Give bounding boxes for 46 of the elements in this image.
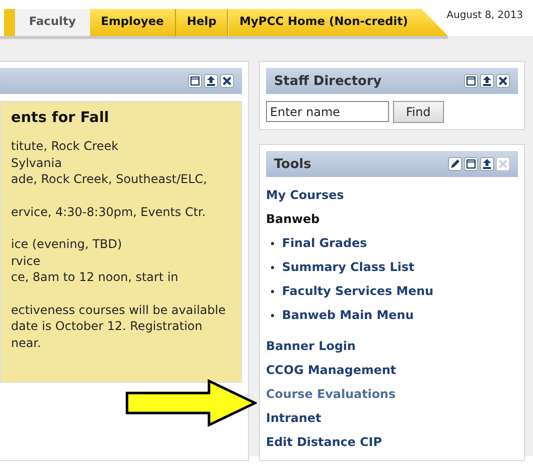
upload-icon[interactable]	[480, 157, 494, 171]
panel-title: Tools	[274, 156, 312, 172]
tool-group-heading: Banweb	[266, 212, 320, 226]
upload-icon[interactable]	[204, 74, 218, 88]
tool-link[interactable]: Course Evaluations	[266, 387, 396, 401]
bullet-icon	[271, 266, 274, 268]
bullet-icon	[271, 314, 274, 316]
announcement-line: titute, Rock Creek	[11, 138, 120, 154]
tool-link[interactable]: My Courses	[266, 188, 344, 202]
announcement-line: ade, Rock Creek, Southeast/ELC,	[11, 171, 208, 188]
announcement-line: ervice, 4:30-8:30pm, Events Ctr.	[11, 204, 207, 220]
nav-tab[interactable]: Faculty	[14, 9, 90, 36]
announcement-line: ce, 8am to 12 noon, start in	[11, 269, 180, 286]
tool-link[interactable]: Faculty Services Menu	[282, 284, 434, 298]
announcement-line: rvice	[11, 252, 42, 269]
announcement-line: near.	[11, 334, 42, 351]
announcement-line: date is October 12. Registration	[11, 318, 204, 334]
announcement-line: Sylvania	[11, 154, 63, 171]
date-text: August 8, 2013	[446, 10, 523, 21]
close-icon[interactable]	[220, 74, 234, 88]
window-icon[interactable]	[188, 74, 202, 88]
tool-link[interactable]: Banner Login	[266, 339, 356, 353]
tab-edge	[4, 9, 15, 36]
close-icon[interactable]	[496, 74, 510, 88]
tool-link[interactable]: CCOG Management	[266, 363, 396, 377]
tool-link[interactable]: Edit Distance CIP	[266, 435, 382, 449]
tool-link[interactable]: Banweb Main Menu	[282, 308, 414, 322]
bullet-icon	[271, 242, 274, 244]
panel-title: Staff Directory	[274, 74, 383, 88]
name-search-field[interactable]: Enter name	[266, 101, 389, 122]
tool-link[interactable]: Final Grades	[282, 236, 367, 250]
nav-tab[interactable]: Employee	[90, 9, 176, 36]
find-button[interactable]: Find	[393, 101, 444, 123]
pencil-icon[interactable]	[448, 157, 462, 171]
bullet-icon	[271, 290, 274, 292]
window-icon[interactable]	[464, 74, 478, 88]
tool-link[interactable]: Intranet	[266, 411, 322, 425]
nav-tab[interactable]: Help	[176, 9, 228, 36]
announcement-line: ectiveness courses will be available	[11, 302, 227, 318]
announcement-heading: ents for Fall	[11, 110, 110, 126]
nav-tab[interactable]: MyPCC Home (Non-credit)	[228, 9, 448, 36]
arrow-icon	[125, 379, 257, 427]
upload-icon[interactable]	[480, 74, 494, 88]
window-icon[interactable]	[464, 157, 478, 171]
tool-link[interactable]: Summary Class List	[282, 260, 414, 274]
announcement-line: ice (evening, TBD)	[11, 236, 123, 252]
